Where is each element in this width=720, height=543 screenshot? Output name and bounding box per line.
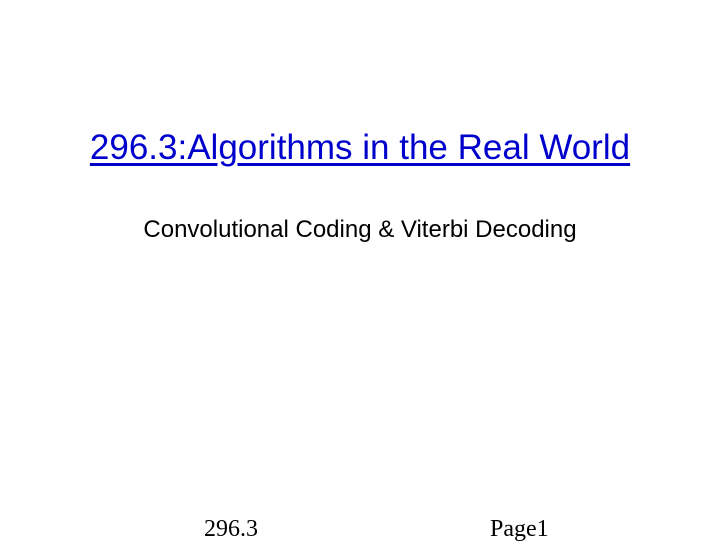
slide-title: 296.3:Algorithms in the Real World [34, 128, 686, 168]
footer-course-number: 296.3 [204, 516, 258, 543]
footer-page-number: Page1 [490, 516, 549, 543]
slide-subtitle: Convolutional Coding & Viterbi Decoding [34, 216, 686, 244]
